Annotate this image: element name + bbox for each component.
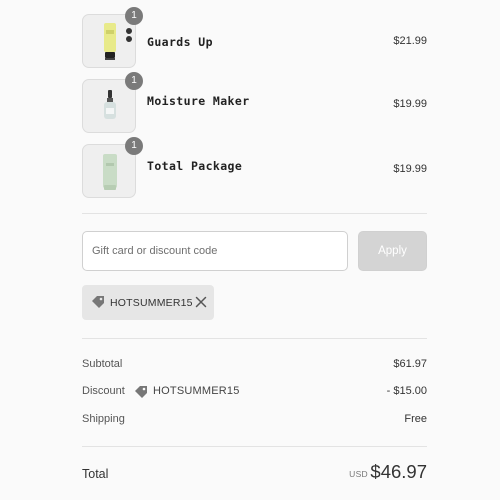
divider <box>82 446 427 447</box>
subtotal-label: Subtotal <box>82 358 123 370</box>
tag-icon <box>135 386 147 398</box>
total-row: Total USD $46.97 <box>82 460 427 488</box>
cart-item: 1 Guards Up $21.99 <box>82 7 427 68</box>
product-name: Guards Up <box>147 35 213 49</box>
total-label: Total <box>82 467 109 481</box>
applied-discount-code: HOTSUMMER15 <box>110 297 193 309</box>
quantity-badge: 1 <box>125 7 143 25</box>
cart-item: 1 Moisture Maker $19.99 <box>82 72 427 133</box>
subtotal-value: $61.97 <box>393 358 427 370</box>
divider <box>82 338 427 339</box>
discount-value: - $15.00 <box>386 385 427 397</box>
cart-item: 1 Total Package $19.99 <box>82 137 427 198</box>
product-name: Total Package <box>147 159 243 173</box>
shipping-value: Free <box>404 413 427 425</box>
quantity-stepper-icon[interactable] <box>125 28 133 42</box>
currency-code: USD <box>349 469 368 479</box>
discount-row: Discount HOTSUMMER15 - $15.00 <box>82 385 427 401</box>
applied-discount-chip: HOTSUMMER15 <box>82 285 214 320</box>
product-name: Moisture Maker <box>147 94 250 108</box>
quantity-badge: 1 <box>125 137 143 155</box>
product-price: $21.99 <box>393 35 427 47</box>
apply-button[interactable]: Apply <box>358 231 427 271</box>
close-icon[interactable] <box>195 296 207 308</box>
product-price: $19.99 <box>393 163 427 175</box>
tag-icon <box>92 296 104 308</box>
product-price: $19.99 <box>393 98 427 110</box>
shipping-label: Shipping <box>82 413 125 425</box>
shipping-row: Shipping Free <box>82 413 427 429</box>
total-value: $46.97 <box>370 461 427 482</box>
divider <box>82 213 427 214</box>
discount-label: Discount <box>82 385 125 397</box>
subtotal-row: Subtotal $61.97 <box>82 358 427 374</box>
discount-code-input[interactable] <box>82 231 348 271</box>
quantity-badge: 1 <box>125 72 143 90</box>
discount-code: HOTSUMMER15 <box>153 385 240 397</box>
